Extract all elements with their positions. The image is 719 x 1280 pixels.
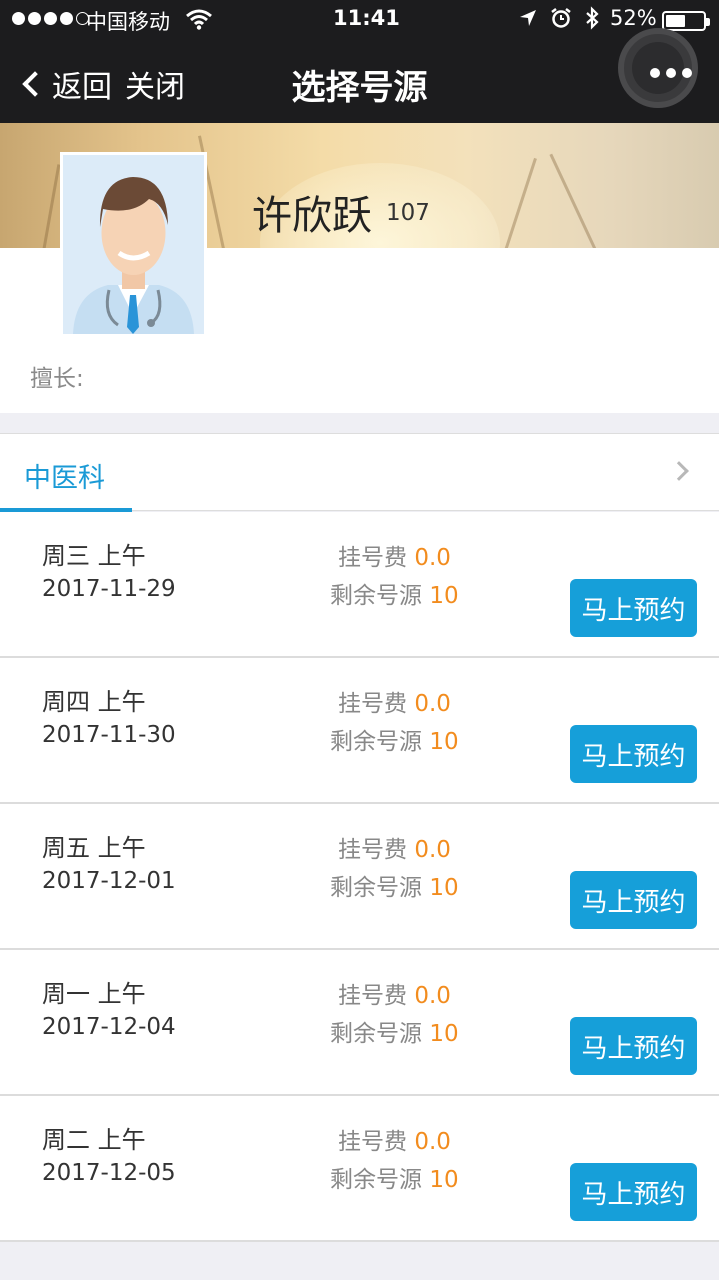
- list-item: 周五 上午 2017-12-01 挂号费 0.0 剩余号源 10 马上预约: [0, 804, 719, 950]
- book-button[interactable]: 马上预约: [570, 871, 697, 929]
- slot-remaining: 剩余号源 10: [330, 1160, 459, 1194]
- list-item: 周一 上午 2017-12-04 挂号费 0.0 剩余号源 10 马上预约: [0, 950, 719, 1096]
- bluetooth-icon: [584, 6, 600, 35]
- book-button[interactable]: 马上预约: [570, 579, 697, 637]
- close-button[interactable]: 关闭: [125, 62, 185, 106]
- doctor-id: 107: [386, 200, 430, 226]
- list-item: 周四 上午 2017-11-30 挂号费 0.0 剩余号源 10 马上预约: [0, 658, 719, 804]
- fee-label: 挂号费: [338, 837, 407, 863]
- slot-fee: 挂号费 0.0: [338, 1122, 451, 1156]
- slot-date: 2017-12-01: [42, 868, 176, 894]
- slot-fee: 挂号费 0.0: [338, 538, 451, 572]
- fee-value: 0.0: [414, 691, 451, 717]
- nav-bar: 返回 关闭 选择号源: [0, 28, 719, 123]
- remain-value: 10: [429, 583, 459, 609]
- remain-label: 剩余号源: [330, 729, 422, 755]
- chevron-right-icon[interactable]: [669, 461, 689, 481]
- more-dots-icon: [650, 68, 692, 78]
- department-bar: 中医科: [0, 433, 719, 512]
- location-arrow-icon: [518, 8, 538, 33]
- slot-fee: 挂号费 0.0: [338, 684, 451, 718]
- slot-date: 2017-11-29: [42, 576, 176, 602]
- slot-day: 周四 上午: [42, 688, 146, 716]
- slot-day: 周三 上午: [42, 542, 146, 570]
- fee-value: 0.0: [414, 983, 451, 1009]
- slot-day: 周二 上午: [42, 1126, 146, 1154]
- doctor-card: 许欣跃 107 擅长:: [0, 123, 719, 413]
- book-button[interactable]: 马上预约: [570, 1163, 697, 1221]
- slot-date: 2017-12-05: [42, 1160, 176, 1186]
- tab-department[interactable]: 中医科: [0, 434, 132, 512]
- remain-label: 剩余号源: [330, 1167, 422, 1193]
- chevron-left-icon: [22, 71, 48, 97]
- fee-label: 挂号费: [338, 983, 407, 1009]
- signal-dots-icon: [12, 12, 89, 25]
- alarm-icon: [550, 7, 572, 34]
- remain-label: 剩余号源: [330, 583, 422, 609]
- doctor-name: 许欣跃: [252, 193, 372, 239]
- remain-label: 剩余号源: [330, 875, 422, 901]
- slot-remaining: 剩余号源 10: [330, 576, 459, 610]
- fee-value: 0.0: [414, 837, 451, 863]
- fee-label: 挂号费: [338, 545, 407, 571]
- back-label: 返回: [52, 70, 112, 105]
- fee-value: 0.0: [414, 1129, 451, 1155]
- department-label: 中医科: [24, 463, 105, 494]
- carrier-name: 中国移动: [86, 10, 170, 34]
- battery-percent: 52%: [610, 6, 657, 30]
- doctor-avatar-icon: [60, 152, 207, 337]
- fee-label: 挂号费: [338, 691, 407, 717]
- status-bar: 中国移动 11:41 52%: [0, 0, 719, 40]
- book-button[interactable]: 马上预约: [570, 1017, 697, 1075]
- list-item: 周三 上午 2017-11-29 挂号费 0.0 剩余号源 10 马上预约: [0, 512, 719, 658]
- slot-day: 周五 上午: [42, 834, 146, 862]
- back-button[interactable]: 返回: [18, 62, 112, 106]
- fee-value: 0.0: [414, 545, 451, 571]
- slot-day: 周一 上午: [42, 980, 146, 1008]
- slot-remaining: 剩余号源 10: [330, 868, 459, 902]
- remain-label: 剩余号源: [330, 1021, 422, 1047]
- slot-fee: 挂号费 0.0: [338, 976, 451, 1010]
- remain-value: 10: [429, 729, 459, 755]
- specialty-label: 擅长:: [30, 366, 84, 392]
- slot-remaining: 剩余号源 10: [330, 722, 459, 756]
- remain-value: 10: [429, 1021, 459, 1047]
- more-button[interactable]: [618, 28, 698, 108]
- slot-fee: 挂号费 0.0: [338, 830, 451, 864]
- remain-value: 10: [429, 875, 459, 901]
- status-time: 11:41: [333, 6, 400, 30]
- book-button[interactable]: 马上预约: [570, 725, 697, 783]
- slot-remaining: 剩余号源 10: [330, 1014, 459, 1048]
- slot-date: 2017-11-30: [42, 722, 176, 748]
- top-bar: 中国移动 11:41 52% 返回 关闭 选择号源: [0, 0, 719, 123]
- battery-icon: [662, 11, 710, 31]
- list-item: 周二 上午 2017-12-05 挂号费 0.0 剩余号源 10 马上预约: [0, 1096, 719, 1242]
- remain-value: 10: [429, 1167, 459, 1193]
- fee-label: 挂号费: [338, 1129, 407, 1155]
- slot-date: 2017-12-04: [42, 1014, 176, 1040]
- wifi-icon: [186, 8, 212, 35]
- slot-list: 周三 上午 2017-11-29 挂号费 0.0 剩余号源 10 马上预约 周四…: [0, 512, 719, 1242]
